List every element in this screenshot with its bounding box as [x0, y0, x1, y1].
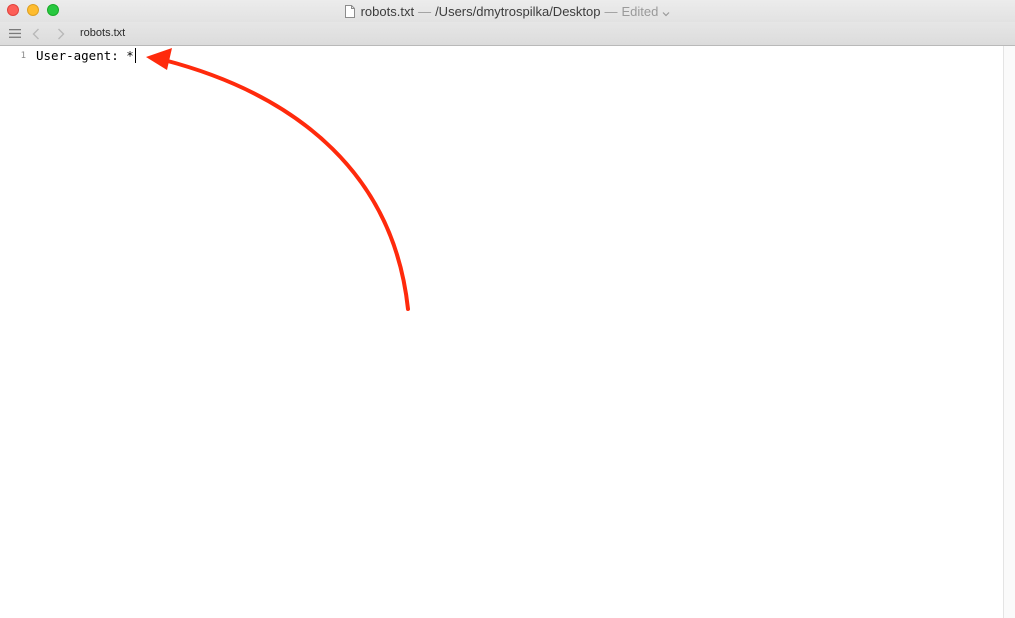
back-arrow-icon[interactable] [30, 27, 42, 40]
title-status-separator: — [604, 3, 618, 19]
title-filename: robots.txt [360, 3, 415, 19]
chevron-down-icon[interactable] [662, 6, 670, 17]
vertical-scrollbar[interactable] [1003, 46, 1015, 618]
jump-bar-file-label[interactable]: robots.txt [80, 27, 125, 40]
document-icon [344, 4, 355, 18]
title-separator: — [418, 3, 432, 19]
editor-text-area[interactable]: 1 User-agent: * [0, 46, 1003, 618]
window-title[interactable]: robots.txt — /Users/dmytrospilka/Desktop… [0, 0, 1015, 22]
code-line[interactable]: User-agent: * [36, 48, 136, 64]
title-path: /Users/dmytrospilka/Desktop [435, 3, 601, 19]
jump-bar: robots.txt [0, 22, 1015, 46]
title-edited-status: Edited [621, 3, 659, 19]
related-items-menu-icon[interactable] [8, 27, 22, 40]
text-cursor [134, 48, 136, 63]
forward-arrow-icon[interactable] [55, 27, 67, 40]
code-line-text: User-agent: * [36, 48, 134, 63]
title-bar[interactable]: robots.txt — /Users/dmytrospilka/Desktop… [0, 0, 1015, 22]
text-editor-window: robots.txt — /Users/dmytrospilka/Desktop… [0, 0, 1015, 618]
line-number: 1 [20, 51, 26, 61]
